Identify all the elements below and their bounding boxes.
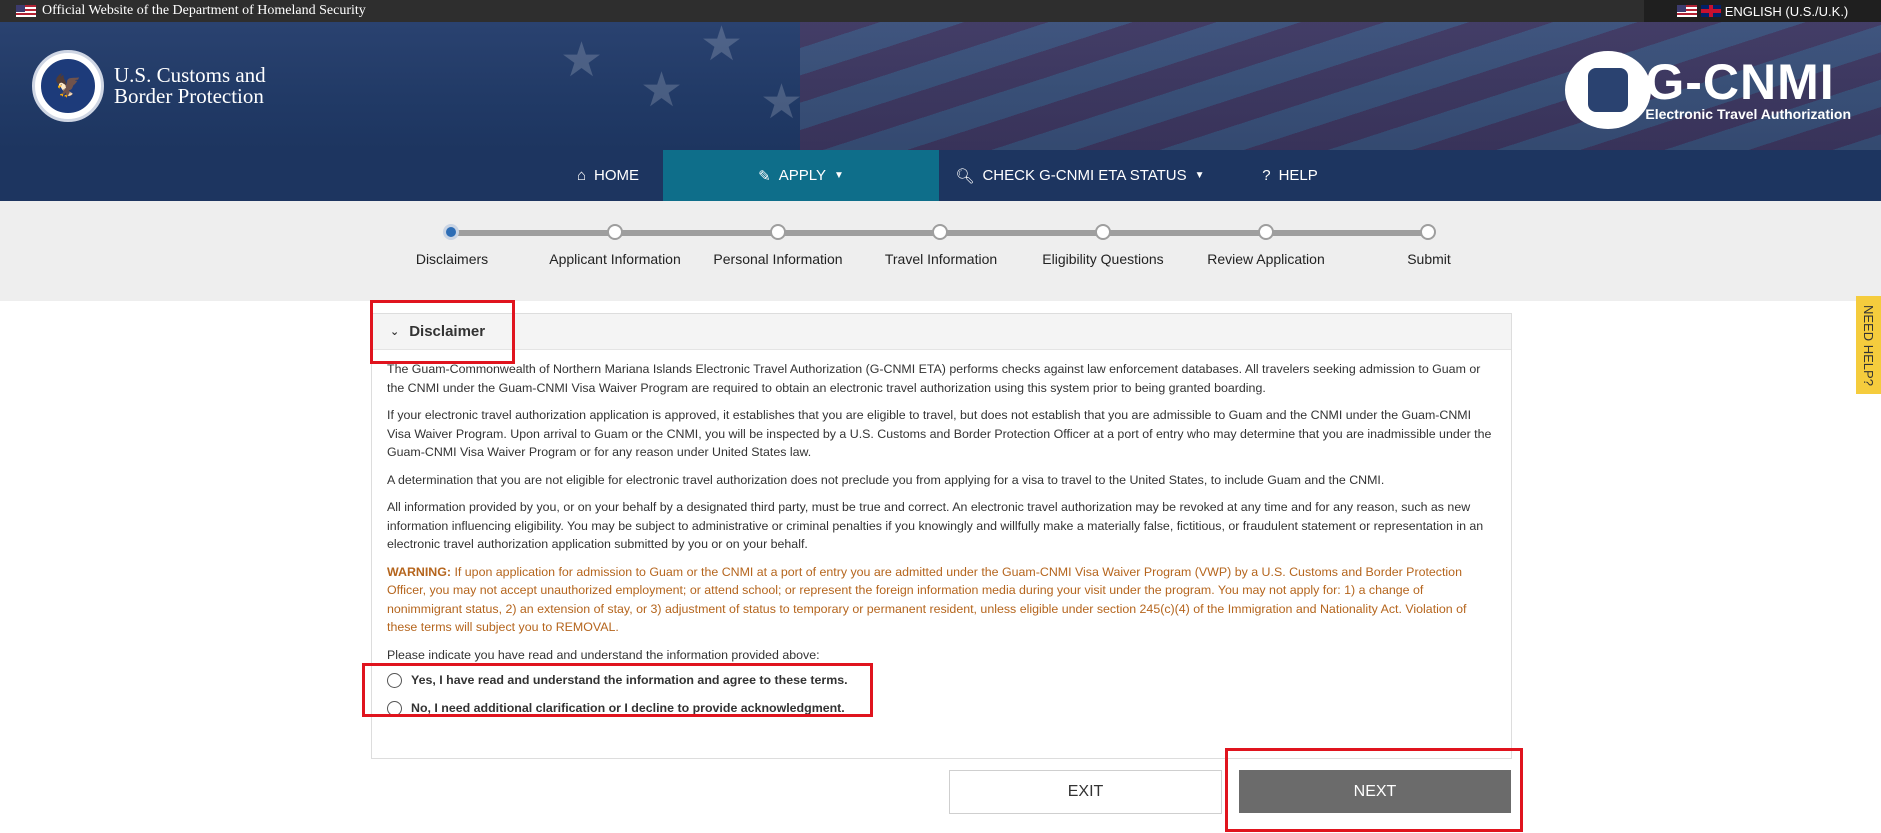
disclaimer-title: Disclaimer [409, 323, 486, 340]
warning-text: If upon application for admission to Gua… [387, 564, 1467, 635]
step-label: Travel Information [884, 251, 998, 267]
step-label: Review Application [1207, 251, 1325, 267]
nav-help[interactable]: ? HELP [1245, 150, 1335, 201]
warning-paragraph: WARNING: If upon application for admissi… [387, 563, 1497, 637]
step-label: Disclaimers [415, 251, 489, 267]
step-dot-disclaimers [443, 224, 459, 240]
pencil-icon: ✎ [758, 167, 771, 185]
brand-subtitle: Electronic Travel Authorization [1645, 106, 1851, 122]
yes-radio[interactable] [387, 672, 402, 688]
star-decoration-icon: ★ [700, 22, 744, 71]
caret-down-icon: ▼ [1194, 170, 1205, 181]
caret-down-icon: ▼ [833, 170, 844, 181]
nav-home-label: HOME [594, 167, 640, 184]
step-dot-review-application [1258, 224, 1274, 240]
step-dot-submit [1420, 224, 1436, 240]
disclaimer-paragraph: The Guam-Commonwealth of Northern Marian… [387, 362, 1481, 395]
gov-banner: Official Website of the Department of Ho… [0, 0, 1881, 22]
gcnmi-logo: G-CNMI Electronic Travel Authorization [1565, 50, 1851, 130]
step-dot-eligibility-questions [1095, 224, 1111, 240]
star-decoration-icon: ★ [640, 64, 684, 117]
progress-tracker: Disclaimers Applicant Information Person… [0, 201, 1881, 301]
header-banner: ★ ★ ★ ★ 🦅 U.S. Customs and Border Protec… [0, 22, 1881, 150]
home-icon: ⌂ [576, 167, 587, 184]
cbp-name-line2: Border Protection [114, 84, 264, 108]
no-option-label: No, I need additional clarification or I… [411, 700, 845, 715]
language-selector[interactable]: ENGLISH (U.S./U.K.) [1644, 0, 1881, 22]
acknowledge-no-option[interactable]: No, I need additional clarification or I… [387, 694, 1497, 722]
question-circle-icon: ? [1262, 167, 1271, 184]
nav-help-label: HELP [1278, 167, 1318, 184]
step-label: Personal Information [713, 251, 843, 267]
step-dot-travel-information [932, 224, 948, 240]
search-icon: 🔍︎ [955, 167, 975, 185]
next-button[interactable]: NEXT [1239, 770, 1511, 813]
step-dot-applicant-information [607, 224, 623, 240]
cbp-logo[interactable]: 🦅 U.S. Customs and Border Protection [32, 50, 266, 122]
nav-check-status[interactable]: 🔍︎ CHECK G-CNMI ETA STATUS ▼ [955, 150, 1205, 201]
step-label: Eligibility Questions [1042, 251, 1164, 267]
exit-button[interactable]: EXIT [949, 770, 1222, 814]
disclaimer-header[interactable]: ⌄ Disclaimer [372, 314, 1511, 350]
main-navigation: ⌂ HOME ✎ APPLY ▼ 🔍︎ CHECK G-CNMI ETA STA… [0, 150, 1881, 201]
disclaimer-paragraph: A determination that you are not eligibl… [387, 472, 1385, 487]
dhs-seal-icon: 🦅 [32, 50, 104, 122]
disclaimer-body: The Guam-Commonwealth of Northern Marian… [372, 350, 1511, 722]
warning-label: WARNING: [387, 564, 452, 579]
nav-apply-label: APPLY [778, 167, 826, 184]
us-flag-icon [1676, 5, 1697, 17]
acknowledgment-prompt: Please indicate you have read and unders… [387, 647, 820, 662]
official-site-notice: Official Website of the Department of Ho… [16, 0, 366, 22]
language-label: ENGLISH (U.S./U.K.) [1724, 3, 1849, 19]
brand-title: G-CNMI [1645, 54, 1835, 110]
step-dot-personal-information [770, 224, 786, 240]
star-decoration-icon: ★ [760, 76, 804, 129]
us-flag-icon [16, 5, 36, 17]
no-radio[interactable] [387, 700, 402, 716]
step-label: Applicant Information [549, 251, 681, 267]
disclaimer-paragraph: If your electronic travel authorization … [387, 408, 1492, 459]
need-help-tab[interactable]: NEED HELP? [1856, 296, 1881, 394]
globe-logo-icon [1565, 51, 1652, 129]
chevron-down-icon: ⌄ [390, 326, 400, 338]
official-site-text: Official Website of the Department of Ho… [42, 3, 366, 18]
acknowledge-yes-option[interactable]: Yes, I have read and understand the info… [387, 666, 1497, 694]
cbp-name-line1: U.S. Customs and [114, 63, 266, 87]
disclaimer-panel: ⌄ Disclaimer The Guam-Commonwealth of No… [371, 313, 1512, 759]
step-label: Submit [1407, 251, 1451, 267]
yes-option-label: Yes, I have read and understand the info… [411, 672, 848, 687]
disclaimer-paragraph: All information provided by you, or on y… [387, 500, 1484, 551]
nav-home[interactable]: ⌂ HOME [553, 150, 663, 201]
uk-flag-icon [1700, 5, 1721, 17]
nav-check-status-label: CHECK G-CNMI ETA STATUS [982, 167, 1187, 184]
nav-apply[interactable]: ✎ APPLY ▼ [663, 150, 939, 201]
star-decoration-icon: ★ [560, 34, 604, 87]
